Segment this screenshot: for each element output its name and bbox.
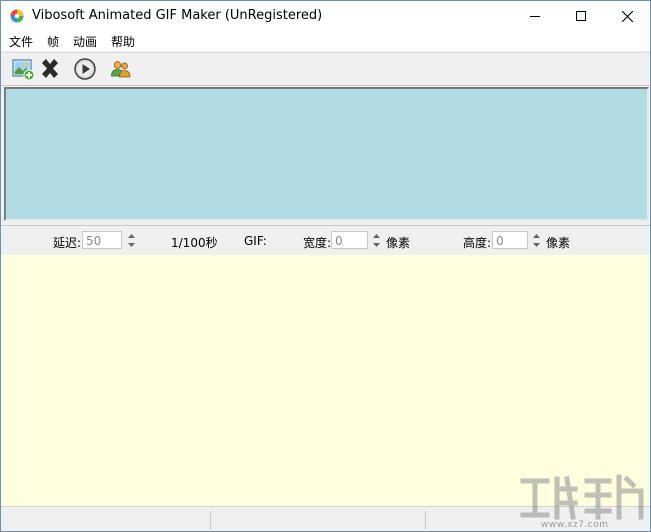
width-input[interactable]: 0 xyxy=(331,231,368,249)
delay-spinner[interactable] xyxy=(125,231,138,249)
menu-bar: 文件 帧 动画 帮助 xyxy=(1,31,650,51)
maximize-icon xyxy=(576,11,586,21)
title-bar[interactable]: Vibosoft Animated GIF Maker (UnRegistere… xyxy=(1,1,650,31)
chevron-down-icon xyxy=(373,242,380,247)
menu-animation[interactable]: 动画 xyxy=(73,33,97,50)
toolbar xyxy=(1,52,650,86)
app-window: Vibosoft Animated GIF Maker (UnRegistere… xyxy=(0,0,651,532)
chevron-up-icon xyxy=(128,233,135,238)
menu-help[interactable]: 帮助 xyxy=(111,33,135,50)
delay-label: 延迟: xyxy=(53,236,82,250)
minimize-icon xyxy=(530,16,540,17)
chevron-down-icon xyxy=(128,242,135,247)
status-separator xyxy=(210,511,211,529)
height-label: 高度: xyxy=(463,236,492,250)
gif-label: GIF: xyxy=(244,234,267,248)
width-unit: 像素 xyxy=(386,236,411,250)
minimize-button[interactable] xyxy=(512,1,558,31)
delay-input[interactable]: 50 xyxy=(82,231,122,249)
width-spin-up[interactable] xyxy=(370,231,383,240)
chevron-down-icon xyxy=(533,242,540,247)
play-icon[interactable] xyxy=(73,57,97,81)
height-unit: 像素 xyxy=(546,236,571,250)
width-spin-down[interactable] xyxy=(370,240,383,249)
height-spinner[interactable] xyxy=(530,231,543,249)
add-frame-icon[interactable] xyxy=(11,57,35,81)
chevron-up-icon xyxy=(533,233,540,238)
menu-file[interactable]: 文件 xyxy=(9,33,33,50)
status-separator xyxy=(425,511,426,529)
maximize-button[interactable] xyxy=(558,1,604,31)
chevron-up-icon xyxy=(373,233,380,238)
delete-icon[interactable] xyxy=(38,57,62,81)
frames-panel[interactable] xyxy=(4,87,649,221)
window-title: Vibosoft Animated GIF Maker (UnRegistere… xyxy=(32,8,323,23)
preview-area[interactable] xyxy=(1,255,650,506)
height-spin-down[interactable] xyxy=(530,240,543,249)
width-label: 宽度: xyxy=(303,236,332,250)
height-input[interactable]: 0 xyxy=(492,231,528,249)
height-spin-up[interactable] xyxy=(530,231,543,240)
menu-frame[interactable]: 帧 xyxy=(47,33,59,50)
width-spinner[interactable] xyxy=(370,231,383,249)
settings-row: 延迟: 50 1/100秒 GIF: 宽度: 0 像素 高度: 0 像素 xyxy=(1,225,650,256)
delay-unit: 1/100秒 xyxy=(171,236,218,250)
people-icon[interactable] xyxy=(109,57,133,81)
app-logo-icon xyxy=(10,9,24,23)
delay-spin-down[interactable] xyxy=(125,240,138,249)
close-button[interactable] xyxy=(604,1,650,31)
delay-spin-up[interactable] xyxy=(125,231,138,240)
close-icon xyxy=(621,10,633,22)
watermark-url: www.xz7.com xyxy=(541,520,609,530)
